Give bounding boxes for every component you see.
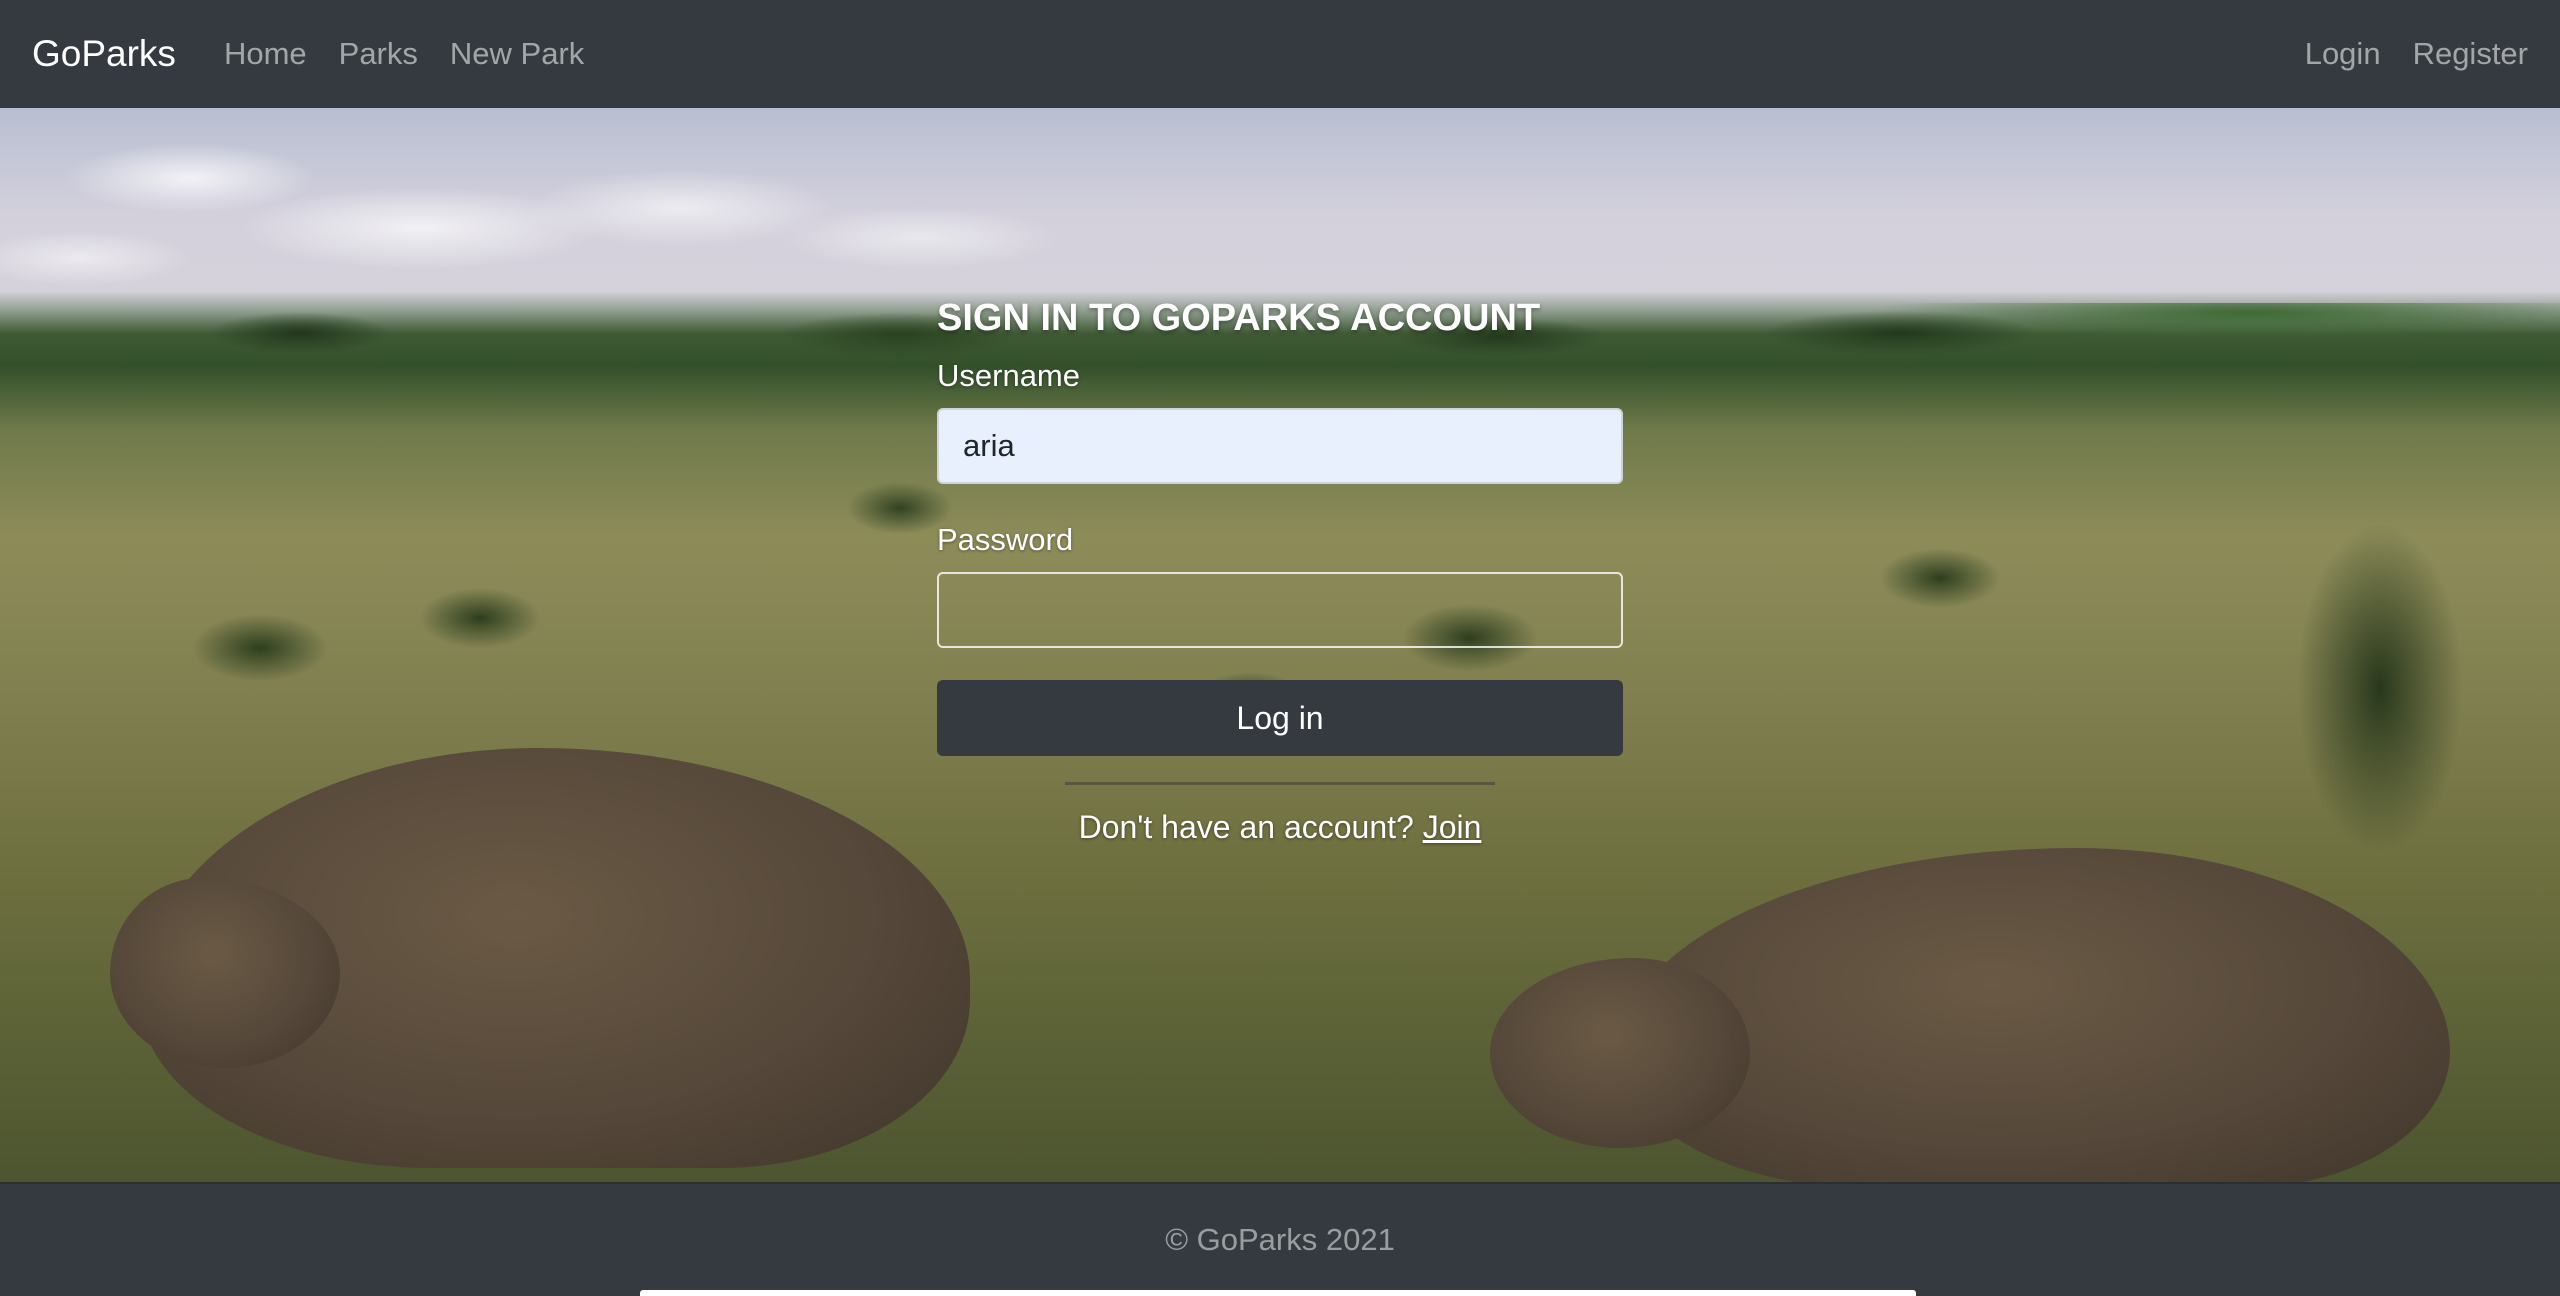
footer-copyright: © GoParks 2021 — [1165, 1222, 1395, 1257]
nav-link-parks[interactable]: Parks — [339, 36, 418, 72]
join-link[interactable]: Join — [1423, 809, 1482, 845]
bottom-edge-strip — [640, 1290, 1916, 1296]
nav-auth-links: Login Register — [2305, 36, 2528, 72]
password-input[interactable] — [937, 572, 1623, 648]
rhino-right-head — [1490, 958, 1750, 1148]
signup-prompt-line: Don't have an account? Join — [937, 809, 1623, 846]
nav-link-register[interactable]: Register — [2413, 36, 2528, 72]
login-button[interactable]: Log in — [937, 680, 1623, 756]
username-input[interactable] — [937, 408, 1623, 484]
footer: © GoParks 2021 — [0, 1182, 2560, 1296]
login-title: SIGN IN TO GOPARKS ACCOUNT — [937, 297, 1541, 339]
sky-clouds — [0, 108, 2560, 318]
username-label: Username — [937, 358, 1080, 393]
login-form: SIGN IN TO GOPARKS ACCOUNT Username Pass… — [937, 297, 1623, 846]
nav-link-home[interactable]: Home — [224, 36, 307, 72]
brand-logo-link[interactable]: GoParks — [32, 33, 176, 75]
nav-link-login[interactable]: Login — [2305, 36, 2381, 72]
nav-main-links: Home Parks New Park — [224, 36, 616, 72]
form-divider — [1065, 782, 1495, 785]
password-label: Password — [937, 522, 1074, 557]
nav-link-new-park[interactable]: New Park — [450, 36, 584, 72]
navbar: GoParks Home Parks New Park Login Regist… — [0, 0, 2560, 108]
signup-prompt-text: Don't have an account? — [1078, 809, 1423, 845]
